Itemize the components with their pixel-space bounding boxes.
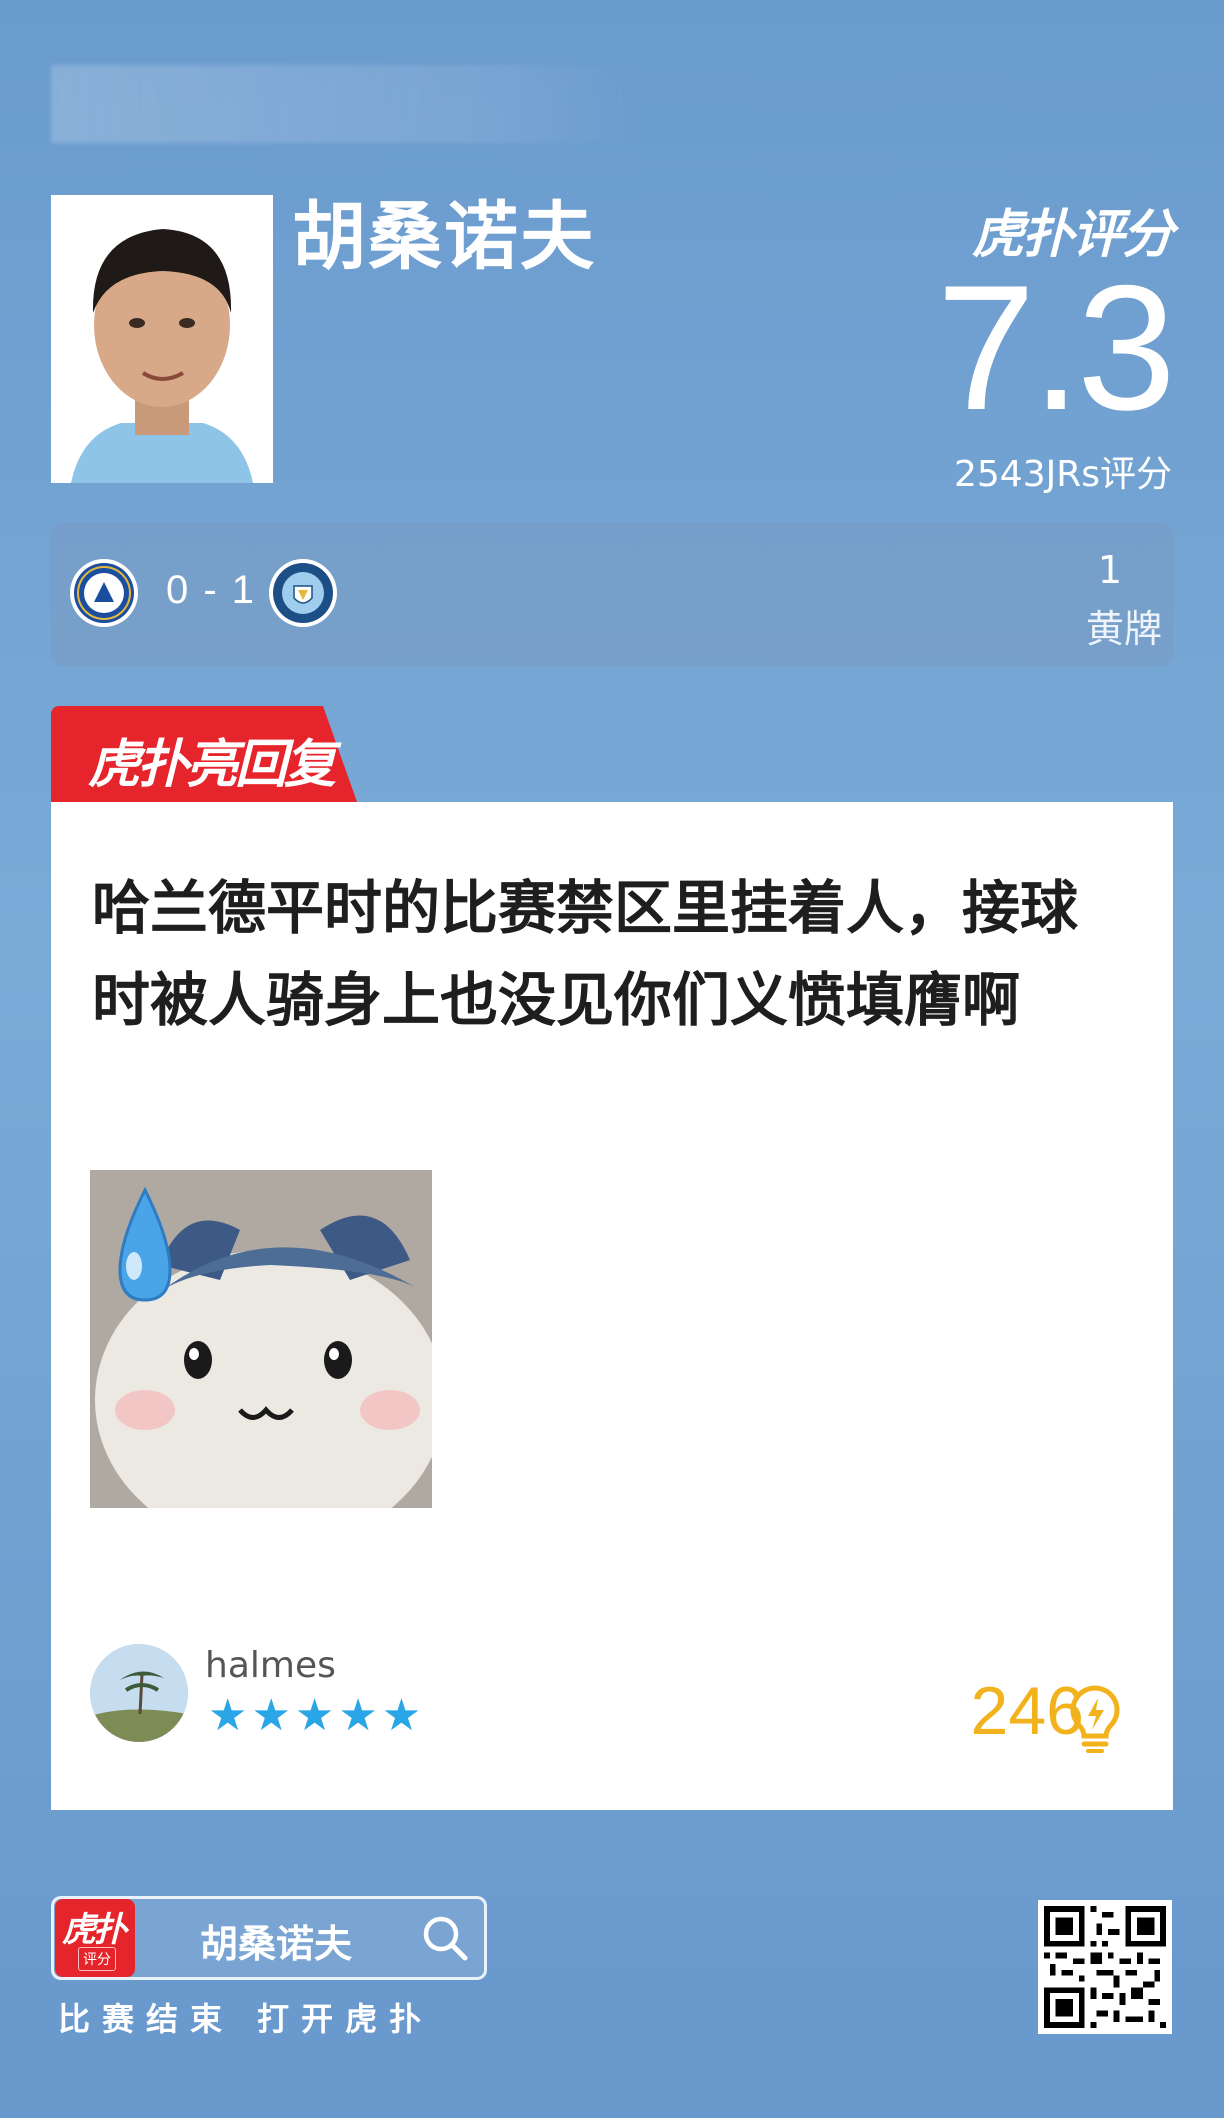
comment-text: 哈兰德平时的比赛禁区里挂着人，接球时被人骑身上也没见你们义愤填膺啊 bbox=[92, 874, 1079, 1034]
man-city-badge-icon bbox=[268, 558, 338, 628]
user-avatar[interactable] bbox=[90, 1644, 188, 1742]
lightbulb-icon[interactable] bbox=[1068, 1684, 1122, 1754]
search-icon[interactable] bbox=[420, 1913, 470, 1963]
player-score: 7.3 bbox=[936, 248, 1176, 447]
app-icon-label: 虎扑 bbox=[62, 1910, 127, 1950]
player-name: 胡桑诺夫 bbox=[292, 194, 596, 280]
blurred-header-bar bbox=[51, 65, 641, 143]
footer-tagline: 比赛结束 打开虎扑 bbox=[58, 2000, 434, 2038]
app-icon-sublabel: 评分 bbox=[78, 1947, 116, 1971]
yellow-card-count: 1 bbox=[1097, 548, 1123, 592]
search-query-text[interactable]: 胡桑诺夫 bbox=[200, 1913, 352, 1968]
meme-sticker-image bbox=[90, 1170, 432, 1508]
highlight-reply-label: 虎扑亮回复 bbox=[88, 735, 336, 795]
username[interactable]: halmes bbox=[205, 1645, 336, 1686]
user-star-rating: ★★★★★ bbox=[208, 1690, 426, 1741]
qr-code-icon[interactable] bbox=[1038, 1900, 1172, 2034]
yellow-card-label: 黄牌 bbox=[1085, 607, 1162, 651]
match-score: 0 - 1 bbox=[166, 568, 257, 612]
like-count: 246 bbox=[970, 1673, 1084, 1749]
rating-count: 2543JRs评分 bbox=[953, 454, 1172, 495]
player-photo bbox=[51, 195, 273, 483]
chelsea-badge-icon bbox=[69, 558, 139, 628]
